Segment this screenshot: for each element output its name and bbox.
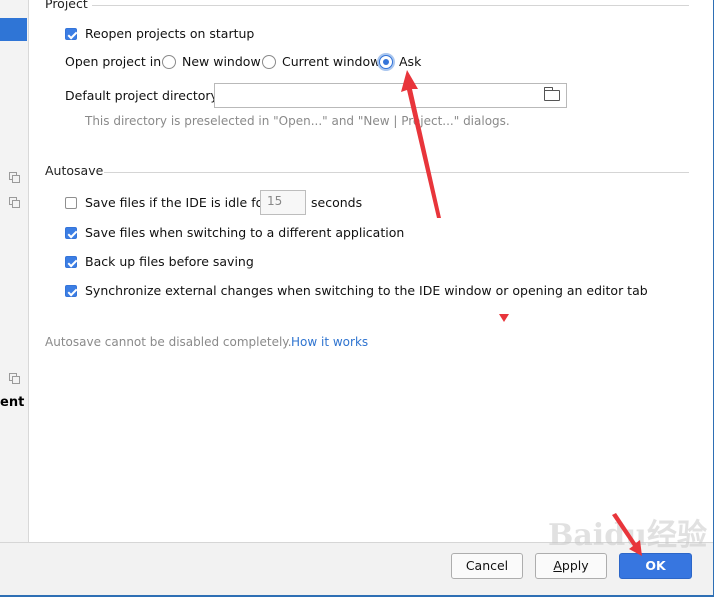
settings-tree-item-label[interactable]: ent <box>0 395 24 410</box>
baidu-watermark: Baidu经验 <box>548 518 707 553</box>
sync-external-changes-checkbox[interactable] <box>65 285 77 297</box>
default-project-directory-label: Default project directory: <box>65 88 222 103</box>
annotation-mark <box>499 314 509 322</box>
how-it-works-link[interactable]: How it works <box>291 335 368 349</box>
settings-tree-panel: ent <box>0 0 29 542</box>
radio-ask[interactable] <box>379 55 393 69</box>
radio-new-window-label[interactable]: New window <box>182 54 261 69</box>
idle-seconds-unit-label: seconds <box>311 195 363 210</box>
backup-before-saving-checkbox[interactable] <box>65 256 77 268</box>
settings-tree-selected-item[interactable] <box>0 18 27 41</box>
sync-external-changes-label[interactable]: Synchronize external changes when switch… <box>85 283 648 298</box>
radio-current-window-label[interactable]: Current window <box>282 54 380 69</box>
separator <box>92 5 689 6</box>
save-if-idle-checkbox[interactable] <box>65 197 77 209</box>
radio-new-window[interactable] <box>162 55 176 69</box>
default-directory-hint: This directory is preselected in "Open..… <box>85 114 510 128</box>
autosave-note: Autosave cannot be disabled completely. <box>45 335 292 349</box>
section-title-autosave: Autosave <box>45 163 104 178</box>
copy-icon <box>9 197 20 208</box>
radio-current-window[interactable] <box>262 55 276 69</box>
save-if-idle-label[interactable]: Save files if the IDE is idle for <box>85 195 268 210</box>
save-on-switch-label[interactable]: Save files when switching to a different… <box>85 225 404 240</box>
section-title-project: Project <box>45 0 88 11</box>
save-on-switch-checkbox[interactable] <box>65 227 77 239</box>
reopen-projects-label[interactable]: Reopen projects on startup <box>85 26 254 41</box>
ok-button[interactable]: OK <box>619 553 692 579</box>
idle-seconds-input[interactable]: 15 <box>260 190 306 215</box>
folder-icon[interactable] <box>544 87 560 101</box>
radio-ask-label[interactable]: Ask <box>399 54 421 69</box>
copy-icon <box>9 172 20 183</box>
separator <box>104 172 689 173</box>
backup-before-saving-label[interactable]: Back up files before saving <box>85 254 254 269</box>
open-project-in-label: Open project in <box>65 54 162 69</box>
copy-icon <box>9 373 20 384</box>
reopen-projects-checkbox[interactable] <box>65 28 77 40</box>
apply-button[interactable]: Apply <box>535 553 607 579</box>
cancel-button[interactable]: Cancel <box>451 553 523 579</box>
default-project-directory-field[interactable] <box>214 83 567 108</box>
